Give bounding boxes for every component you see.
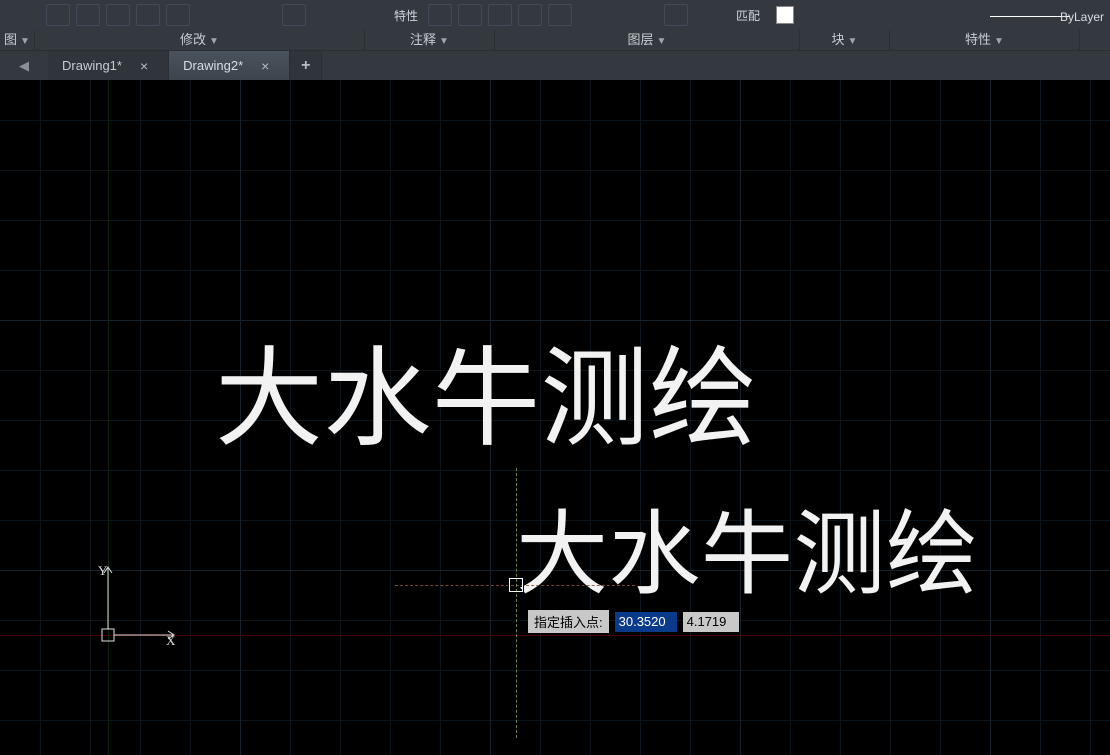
dynamic-input-y[interactable] [683, 612, 739, 632]
dynamic-input: 指定插入点: [528, 610, 739, 633]
file-tabstrip: ◀ Drawing1* × Drawing2* × + [0, 50, 1110, 80]
layer-lock-icon[interactable] [518, 4, 542, 26]
dynamic-input-prompt: 指定插入点: [528, 610, 609, 633]
modify-tool-icon[interactable] [46, 4, 70, 26]
file-tab[interactable]: Drawing1* × [48, 51, 169, 80]
bylayer-label[interactable]: ByLayer [1060, 10, 1104, 24]
tabstrip-fill [322, 51, 1110, 80]
ribbon-panel-块[interactable]: 块▼ [800, 30, 890, 50]
modify-group-icon[interactable] [166, 4, 190, 26]
y-axis-line [108, 80, 109, 755]
ribbon-panel-图[interactable]: 图▼ [0, 30, 35, 50]
dynamic-input-x[interactable] [615, 612, 677, 632]
chevron-down-icon: ▼ [657, 36, 667, 47]
ribbon: 特性 匹配 ByLayer 图▼修改▼注释▼图层▼块▼特性▼ [0, 0, 1110, 50]
chevron-down-icon: ▼ [209, 36, 219, 47]
text-icon[interactable] [282, 4, 306, 26]
file-tab-label: Drawing2* [183, 58, 243, 73]
x-axis-line [0, 635, 1110, 636]
modify-scale-icon[interactable] [106, 4, 130, 26]
crosshair-vertical [516, 468, 517, 738]
close-icon[interactable]: × [261, 59, 269, 73]
ribbon-panel-修改[interactable]: 修改▼ [35, 30, 365, 50]
layer-state-2-icon[interactable] [458, 4, 482, 26]
file-tab-label: Drawing1* [62, 58, 122, 73]
layer-unlock-icon[interactable] [548, 4, 572, 26]
ribbon-panel-图层[interactable]: 图层▼ [495, 30, 800, 50]
ribbon-panel-注释[interactable]: 注释▼ [365, 30, 495, 50]
canvas-text-2[interactable]: 大水牛测绘 [516, 480, 979, 613]
canvas-text-1[interactable]: 大水牛测绘 [215, 312, 758, 468]
close-icon[interactable]: × [140, 59, 148, 73]
file-tab[interactable]: Drawing2* × [169, 51, 290, 80]
ribbon-panel-labels: 图▼修改▼注释▼图层▼块▼特性▼ [0, 30, 1110, 50]
properties-label: 特性 [394, 7, 418, 24]
tab-scroll-left-icon[interactable]: ◀ [0, 51, 48, 80]
drawing-canvas[interactable]: Y X 大水牛测绘 大水牛测绘 指定插入点: [0, 80, 1110, 755]
layer-state-3-icon[interactable] [488, 4, 512, 26]
new-tab-button[interactable]: + [290, 51, 322, 80]
ribbon-panel-特性[interactable]: 特性▼ [890, 30, 1080, 50]
cursor-pickbox [509, 578, 523, 592]
ribbon-icon-row: 特性 匹配 ByLayer [0, 2, 1110, 28]
layer-state-1-icon[interactable] [428, 4, 452, 26]
chevron-down-icon: ▼ [994, 36, 1004, 47]
chevron-down-icon: ▼ [439, 36, 449, 47]
chevron-down-icon: ▼ [20, 36, 30, 47]
chevron-down-icon: ▼ [848, 36, 858, 47]
linetype-sample [990, 16, 1070, 17]
block-insert-icon[interactable] [664, 4, 688, 26]
color-swatch[interactable] [776, 6, 794, 24]
match-properties-label[interactable]: 匹配 [736, 7, 760, 24]
modify-array2-icon[interactable] [136, 4, 160, 26]
modify-array-icon[interactable] [76, 4, 100, 26]
